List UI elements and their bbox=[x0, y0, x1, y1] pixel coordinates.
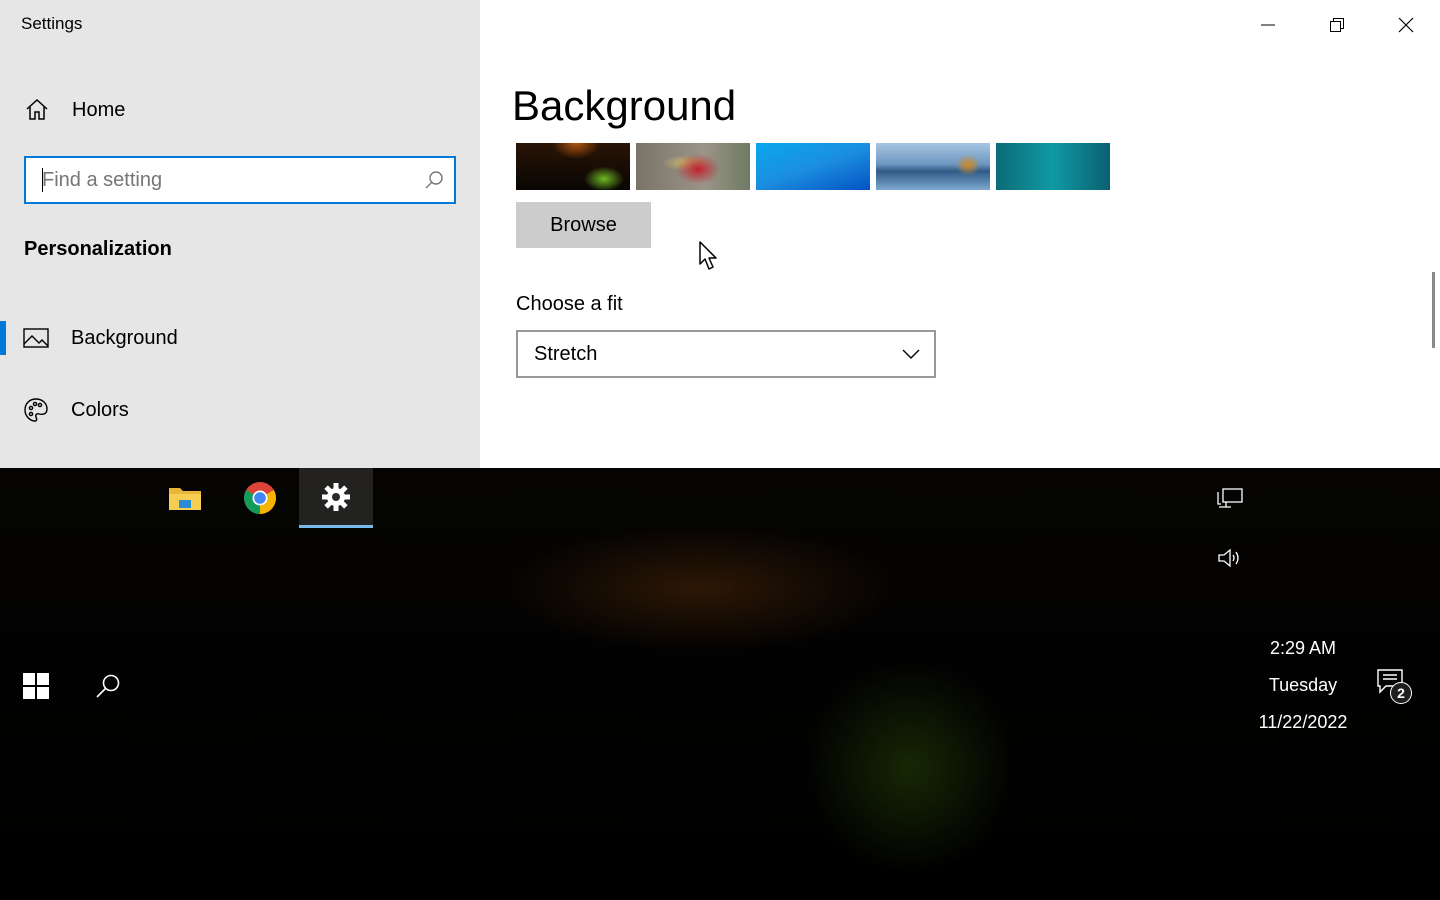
clock-date: 11/22/2022 bbox=[1258, 712, 1348, 732]
folder-icon bbox=[169, 488, 201, 510]
network-icon bbox=[1217, 488, 1243, 508]
action-center-button[interactable]: 2 bbox=[1372, 666, 1416, 710]
wallpaper bbox=[0, 468, 1440, 900]
search-icon bbox=[96, 674, 120, 698]
search-icon[interactable] bbox=[414, 158, 454, 202]
picture-icon bbox=[23, 325, 49, 351]
desktop-taskbar: 2:29 AM Tuesday 11/22/2022 2 bbox=[0, 468, 1440, 900]
fit-dropdown-value: Stretch bbox=[534, 342, 598, 365]
restore-button[interactable] bbox=[1302, 0, 1371, 50]
sidebar-item-label: Colors bbox=[71, 398, 129, 421]
taskbar-file-explorer[interactable] bbox=[148, 468, 222, 528]
nav-home[interactable]: Home bbox=[24, 92, 464, 128]
recent-image-beach[interactable] bbox=[876, 143, 990, 190]
app-title: Settings bbox=[21, 14, 83, 33]
palette-icon bbox=[23, 397, 49, 423]
recent-image-blue[interactable] bbox=[756, 143, 870, 190]
browse-button[interactable]: Browse bbox=[516, 202, 651, 248]
sidebar-item-colors[interactable]: Colors bbox=[0, 386, 480, 434]
taskbar-clock[interactable]: 2:29 AM Tuesday 11/22/2022 bbox=[1240, 634, 1366, 745]
chevron-down-icon bbox=[888, 332, 934, 376]
mouse-cursor-icon bbox=[699, 241, 717, 270]
search-box[interactable] bbox=[24, 156, 456, 204]
taskbar-chrome[interactable] bbox=[223, 468, 297, 528]
recent-image-tent[interactable] bbox=[516, 143, 630, 190]
settings-window: Settings Home Personalization bbox=[0, 0, 1440, 468]
home-icon bbox=[24, 97, 50, 123]
sidebar-item-background[interactable]: Background bbox=[0, 314, 480, 362]
search-input[interactable] bbox=[26, 158, 414, 202]
windows-logo-icon bbox=[23, 673, 49, 699]
minimize-icon bbox=[1260, 24, 1275, 26]
gear-icon bbox=[322, 482, 350, 511]
recent-image-food[interactable] bbox=[636, 143, 750, 190]
chrome-icon bbox=[244, 482, 276, 514]
restore-icon bbox=[1329, 18, 1344, 32]
clock-day: Tuesday bbox=[1268, 675, 1338, 695]
nav-home-label: Home bbox=[72, 98, 126, 121]
network-button[interactable] bbox=[1210, 478, 1250, 518]
text-caret bbox=[42, 168, 43, 192]
section-title: Personalization bbox=[24, 238, 172, 260]
volume-button[interactable] bbox=[1210, 538, 1250, 578]
recent-image-underwater[interactable] bbox=[996, 143, 1110, 190]
fit-label: Choose a fit bbox=[516, 293, 623, 315]
close-icon bbox=[1398, 17, 1413, 33]
sidebar: Settings Home Personalization bbox=[0, 0, 480, 468]
minimize-button[interactable] bbox=[1233, 0, 1302, 50]
taskbar-settings[interactable] bbox=[299, 468, 373, 528]
page-title: Background bbox=[512, 82, 737, 129]
scrollbar[interactable] bbox=[1432, 272, 1435, 348]
window-controls bbox=[1233, 0, 1440, 50]
close-button[interactable] bbox=[1371, 0, 1440, 50]
taskbar-search-button[interactable] bbox=[86, 664, 130, 708]
clock-time: 2:29 AM bbox=[1269, 638, 1337, 658]
volume-icon bbox=[1218, 548, 1239, 568]
notification-count-badge: 2 bbox=[1390, 682, 1412, 704]
start-button[interactable] bbox=[14, 664, 58, 708]
sidebar-item-label: Background bbox=[71, 326, 178, 349]
recent-images bbox=[516, 143, 1110, 190]
fit-dropdown[interactable]: Stretch bbox=[516, 330, 936, 378]
